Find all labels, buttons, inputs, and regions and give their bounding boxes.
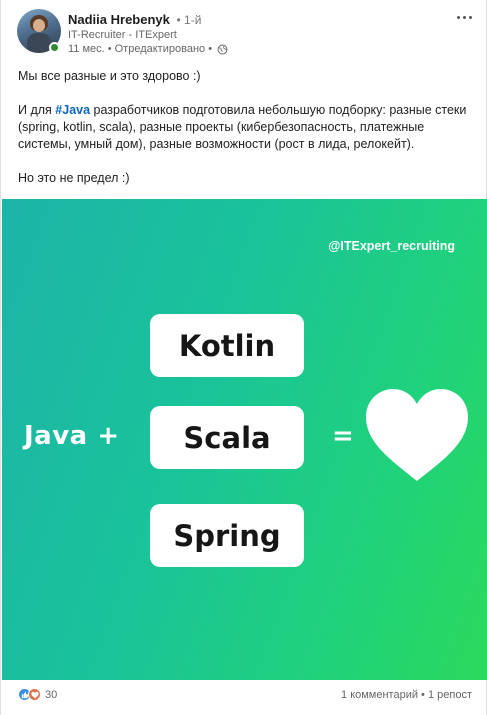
post-text: Мы все разные и это здорово :) И для #Ja…	[18, 68, 473, 187]
java-plus-label: Java +	[24, 421, 120, 451]
author-name-row: Nadiia Hrebenyk • 1-й	[68, 12, 201, 27]
reaction-count: 30	[45, 688, 58, 701]
globe-icon	[217, 44, 228, 54]
engagement-counts: 1 комментарий • 1 репост	[341, 689, 472, 701]
connection-degree: • 1-й	[176, 13, 202, 27]
love-icon	[28, 688, 41, 701]
footer-separator: •	[418, 689, 428, 701]
post-para2-prefix: И для	[18, 103, 56, 117]
post-time[interactable]: 11 мес.	[68, 43, 105, 55]
edited-label: • Отредактировано •	[107, 43, 213, 55]
avatar-body	[27, 33, 51, 53]
post-image[interactable]: @ITExpert_recruiting Java + Kotlin Scala…	[2, 199, 487, 680]
post-line-1: Мы все разные и это здорово :)	[18, 69, 201, 83]
more-options-icon[interactable]	[451, 10, 477, 24]
online-status-dot	[49, 42, 60, 53]
post-paragraph-2: И для #Java разработчиков подготовила не…	[18, 102, 473, 153]
author-headline: IT-Recruiter - ITExpert	[68, 29, 177, 41]
author-name[interactable]: Nadiia Hrebenyk	[68, 12, 170, 27]
reactions[interactable]: 30	[18, 688, 57, 701]
lang-box-spring: Spring	[150, 504, 304, 567]
equals-sign: =	[332, 421, 354, 451]
post-line-3: Но это не предел :)	[18, 171, 130, 185]
image-handle: @ITExpert_recruiting	[328, 239, 455, 253]
heart-icon	[366, 389, 468, 481]
lang-box-kotlin: Kotlin	[150, 314, 304, 377]
post-meta: 11 мес. • Отредактировано •	[68, 43, 228, 55]
lang-box-scala: Scala	[150, 406, 304, 469]
post-card: Nadiia Hrebenyk • 1-й IT-Recruiter - ITE…	[0, 0, 487, 715]
comments-count[interactable]: 1 комментарий	[341, 689, 418, 701]
avatar-face	[33, 19, 45, 32]
hashtag-java[interactable]: #Java	[55, 103, 90, 117]
reposts-count[interactable]: 1 репост	[428, 689, 472, 701]
